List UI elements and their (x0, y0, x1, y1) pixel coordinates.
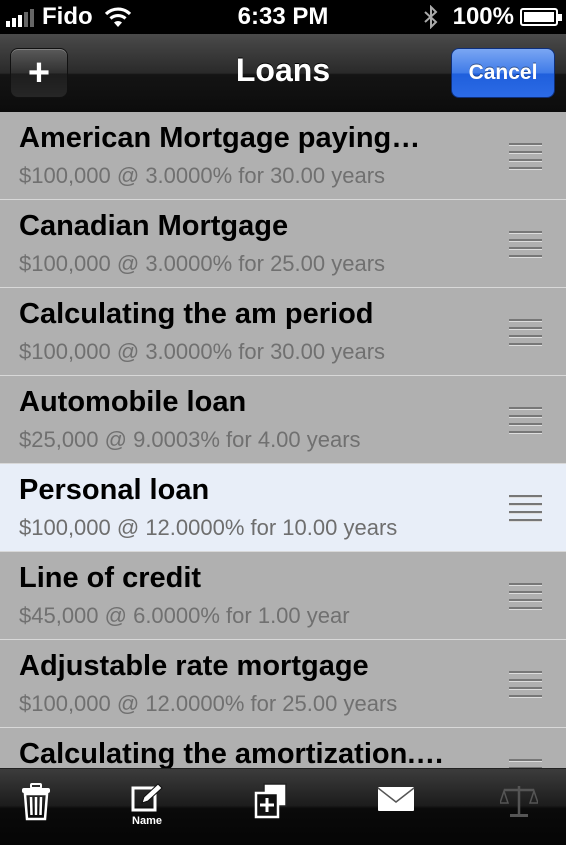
loan-detail: $100,000 @ 3.0000% for 30.00 years (19, 163, 386, 188)
loan-title: American Mortgage paying… (19, 122, 421, 154)
loan-title: Canadian Mortgage (19, 210, 289, 242)
loan-title: Calculating the am period (19, 298, 374, 330)
reorder-handle-icon[interactable] (509, 495, 542, 523)
loan-row[interactable]: Automobile loan $25,000 @ 9.0003% for 4.… (0, 376, 566, 464)
loan-title: Adjustable rate mortgage (19, 650, 369, 682)
reorder-handle-icon[interactable] (509, 671, 542, 699)
trash-icon (22, 783, 50, 821)
rename-button[interactable]: Name (117, 783, 177, 839)
battery-icon (520, 8, 562, 26)
bluetooth-icon (423, 5, 438, 29)
loan-row[interactable]: Calculating the amortization.… (0, 728, 566, 768)
delete-button[interactable] (6, 783, 66, 839)
loan-title: Personal loan (19, 474, 210, 506)
loan-detail: $100,000 @ 3.0000% for 25.00 years (19, 251, 386, 276)
reorder-handle-icon[interactable] (509, 759, 542, 768)
loan-title: Calculating the amortization.… (19, 738, 445, 768)
name-label: Name (132, 815, 162, 827)
loan-detail: $100,000 @ 3.0000% for 30.00 years (19, 339, 386, 364)
scales-icon (500, 786, 538, 817)
mail-icon (377, 787, 415, 811)
loan-row[interactable]: American Mortgage paying… $100,000 @ 3.0… (0, 112, 566, 200)
reorder-handle-icon[interactable] (509, 143, 542, 171)
loan-title: Automobile loan (19, 386, 247, 418)
compare-button[interactable] (489, 783, 549, 839)
navigation-bar: + Loans Cancel (0, 34, 566, 113)
loan-detail: $100,000 @ 12.0000% for 25.00 years (19, 691, 398, 716)
loan-row-selected[interactable]: Personal loan $100,000 @ 12.0000% for 10… (0, 464, 566, 552)
status-bar: Fido 6:33 PM 100% (0, 0, 566, 34)
reorder-handle-icon[interactable] (509, 319, 542, 347)
status-right: 100% (423, 3, 562, 31)
cancel-button[interactable]: Cancel (451, 48, 555, 98)
loan-detail: $25,000 @ 9.0003% for 4.00 years (19, 427, 361, 452)
compose-icon (131, 783, 163, 812)
duplicate-icon (254, 783, 287, 819)
reorder-handle-icon[interactable] (509, 231, 542, 259)
loan-row[interactable]: Canadian Mortgage $100,000 @ 3.0000% for… (0, 200, 566, 288)
loan-detail: $45,000 @ 6.0000% for 1.00 year (19, 603, 350, 628)
loan-detail: $100,000 @ 12.0000% for 10.00 years (19, 515, 398, 540)
loan-row[interactable]: Adjustable rate mortgage $100,000 @ 12.0… (0, 640, 566, 728)
loan-list[interactable]: American Mortgage paying… $100,000 @ 3.0… (0, 112, 566, 768)
bottom-toolbar: Name (0, 768, 566, 845)
email-button[interactable] (366, 783, 426, 839)
loan-title: Line of credit (19, 562, 202, 594)
loan-row[interactable]: Line of credit $45,000 @ 6.0000% for 1.0… (0, 552, 566, 640)
reorder-handle-icon[interactable] (509, 583, 542, 611)
loan-row[interactable]: Calculating the am period $100,000 @ 3.0… (0, 288, 566, 376)
battery-percent: 100% (452, 3, 514, 30)
reorder-handle-icon[interactable] (509, 407, 542, 435)
duplicate-button[interactable] (241, 783, 301, 839)
